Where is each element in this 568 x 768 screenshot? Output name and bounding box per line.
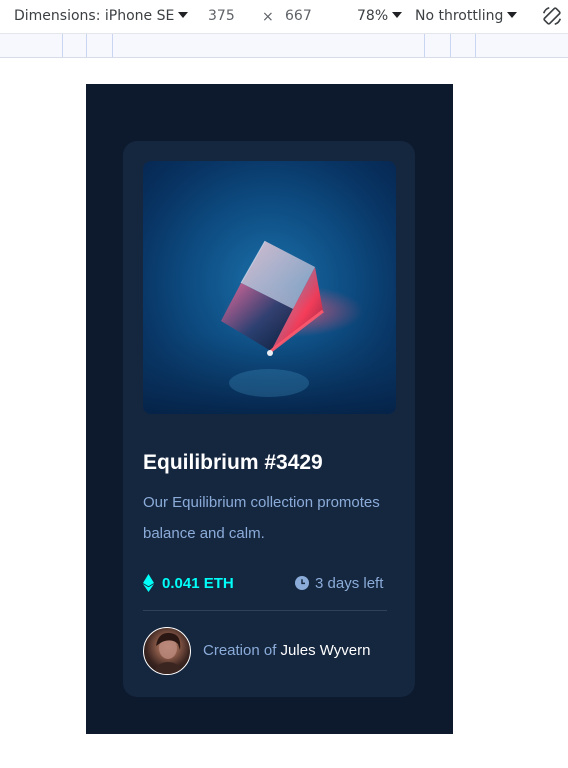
nft-preview-image[interactable] xyxy=(143,161,396,414)
device-dimensions-select[interactable]: Dimensions: iPhone SE xyxy=(14,8,189,24)
creator-info: Creation of Jules Wyvern xyxy=(203,642,370,659)
nft-card: Equilibrium #3429 Our Equilibrium collec… xyxy=(123,141,415,697)
ruler-tick xyxy=(86,34,87,57)
ruler-tick xyxy=(424,34,425,57)
device-dimensions-label: Dimensions: iPhone SE xyxy=(14,8,175,24)
width-input[interactable]: 375 xyxy=(208,8,235,24)
crystal-cube-image xyxy=(143,240,396,414)
creator-prefix: Creation of xyxy=(203,642,277,659)
creator-avatar-image xyxy=(152,632,184,674)
media-query-ruler xyxy=(0,34,568,58)
divider xyxy=(143,610,387,611)
devtools-toolbar: Dimensions: iPhone SE 375 × 667 78% No t… xyxy=(0,0,568,34)
times-separator: × xyxy=(262,9,274,25)
throttling-select[interactable]: No throttling xyxy=(415,8,518,24)
price-value: 0.041 ETH xyxy=(162,574,234,592)
ethereum-icon xyxy=(143,574,154,592)
creator-name-link[interactable]: Jules Wyvern xyxy=(281,642,371,659)
time-info: 3 days left xyxy=(295,572,383,594)
nft-title[interactable]: Equilibrium #3429 xyxy=(143,451,323,475)
chevron-down-icon xyxy=(178,12,189,18)
height-input[interactable]: 667 xyxy=(285,8,312,24)
nft-description: Our Equilibrium collection promotes bala… xyxy=(143,494,380,542)
clock-icon xyxy=(295,576,309,590)
ruler-tick xyxy=(62,34,63,57)
throttling-label: No throttling xyxy=(415,8,504,24)
zoom-select[interactable]: 78% xyxy=(357,8,403,24)
ruler-tick xyxy=(475,34,476,57)
device-viewport: Equilibrium #3429 Our Equilibrium collec… xyxy=(86,84,453,734)
chevron-down-icon xyxy=(507,12,518,18)
ruler-tick xyxy=(450,34,451,57)
rotate-device-icon[interactable] xyxy=(541,5,563,27)
ruler-tick xyxy=(112,34,113,57)
chevron-down-icon xyxy=(392,12,403,18)
avatar xyxy=(143,627,191,675)
zoom-label: 78% xyxy=(357,8,389,24)
price-info: 0.041 ETH xyxy=(143,572,234,594)
time-left: 3 days left xyxy=(315,574,384,592)
